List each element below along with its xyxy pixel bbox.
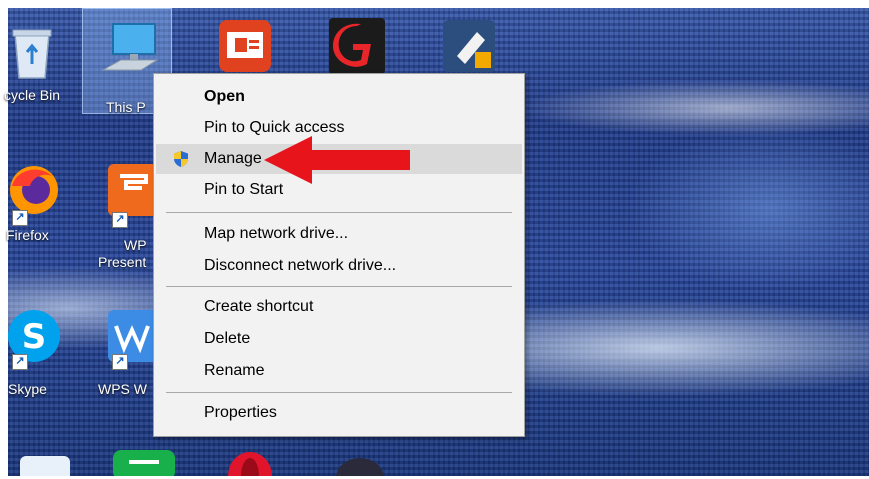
menu-item-disconnect-network-drive[interactable]: Disconnect network drive... <box>156 251 522 281</box>
partial-app-icon <box>20 456 70 479</box>
firefox-label: Firefox <box>6 227 49 243</box>
menu-item-properties[interactable]: Properties <box>156 398 522 428</box>
svg-text:S: S <box>22 317 47 357</box>
monitor-icon <box>101 23 159 71</box>
app-shortcut-icon[interactable] <box>428 14 508 79</box>
partial-dark-app-icon <box>336 458 384 479</box>
presentation-app-icon <box>219 20 271 72</box>
menu-item-label: Disconnect network drive... <box>204 257 397 274</box>
opera-icon[interactable] <box>208 448 288 479</box>
shortcut-arrow-icon: ↗ <box>12 210 28 226</box>
menu-separator <box>166 212 512 213</box>
menu-separator <box>166 392 512 393</box>
menu-item-label: Manage <box>204 150 262 167</box>
menu-item-label: Map network drive... <box>204 225 349 242</box>
shield-icon <box>174 151 188 167</box>
shortcut-arrow-icon: ↗ <box>112 354 128 370</box>
garena-app-icon <box>329 18 385 74</box>
wps-presentation-top-icon[interactable] <box>204 14 284 79</box>
bottom-icon-2[interactable] <box>100 446 180 479</box>
bottom-icon-1[interactable] <box>0 450 80 479</box>
garena-icon[interactable] <box>316 14 396 79</box>
recycle-bin-icon[interactable]: cycle Bin <box>0 24 72 104</box>
menu-separator <box>166 286 512 287</box>
menu-item-label: Properties <box>204 404 277 421</box>
partial-green-app-icon <box>113 450 175 479</box>
bottom-icon-4[interactable] <box>318 450 398 479</box>
skype-label: Skype <box>8 381 47 397</box>
menu-item-label: Create shortcut <box>204 298 314 315</box>
shortcut-arrow-icon: ↗ <box>112 212 128 228</box>
installer-app-icon <box>443 20 495 72</box>
skype-app-icon: S <box>8 310 60 362</box>
red-arrow-annotation <box>264 136 410 184</box>
context-menu: Open Pin to Quick access Manage Pin to S… <box>153 73 525 437</box>
menu-item-open[interactable]: Open <box>156 82 522 112</box>
menu-item-rename[interactable]: Rename <box>156 356 522 386</box>
skype-icon[interactable]: S Skype <box>0 306 72 398</box>
menu-item-delete[interactable]: Delete <box>156 324 522 354</box>
recycle-bin-label: cycle Bin <box>3 87 61 103</box>
recycle-bin-graphic <box>12 29 52 79</box>
menu-item-map-network-drive[interactable]: Map network drive... <box>156 219 522 249</box>
firefox-app-icon <box>10 166 58 214</box>
opera-app-icon <box>228 452 272 479</box>
firefox-icon[interactable]: Firefox <box>0 160 72 244</box>
shortcut-arrow-icon: ↗ <box>12 354 28 370</box>
menu-item-label: Open <box>204 88 245 105</box>
menu-item-create-shortcut[interactable]: Create shortcut <box>156 292 522 322</box>
menu-item-label: Delete <box>204 330 251 347</box>
menu-item-label: Rename <box>204 362 265 379</box>
